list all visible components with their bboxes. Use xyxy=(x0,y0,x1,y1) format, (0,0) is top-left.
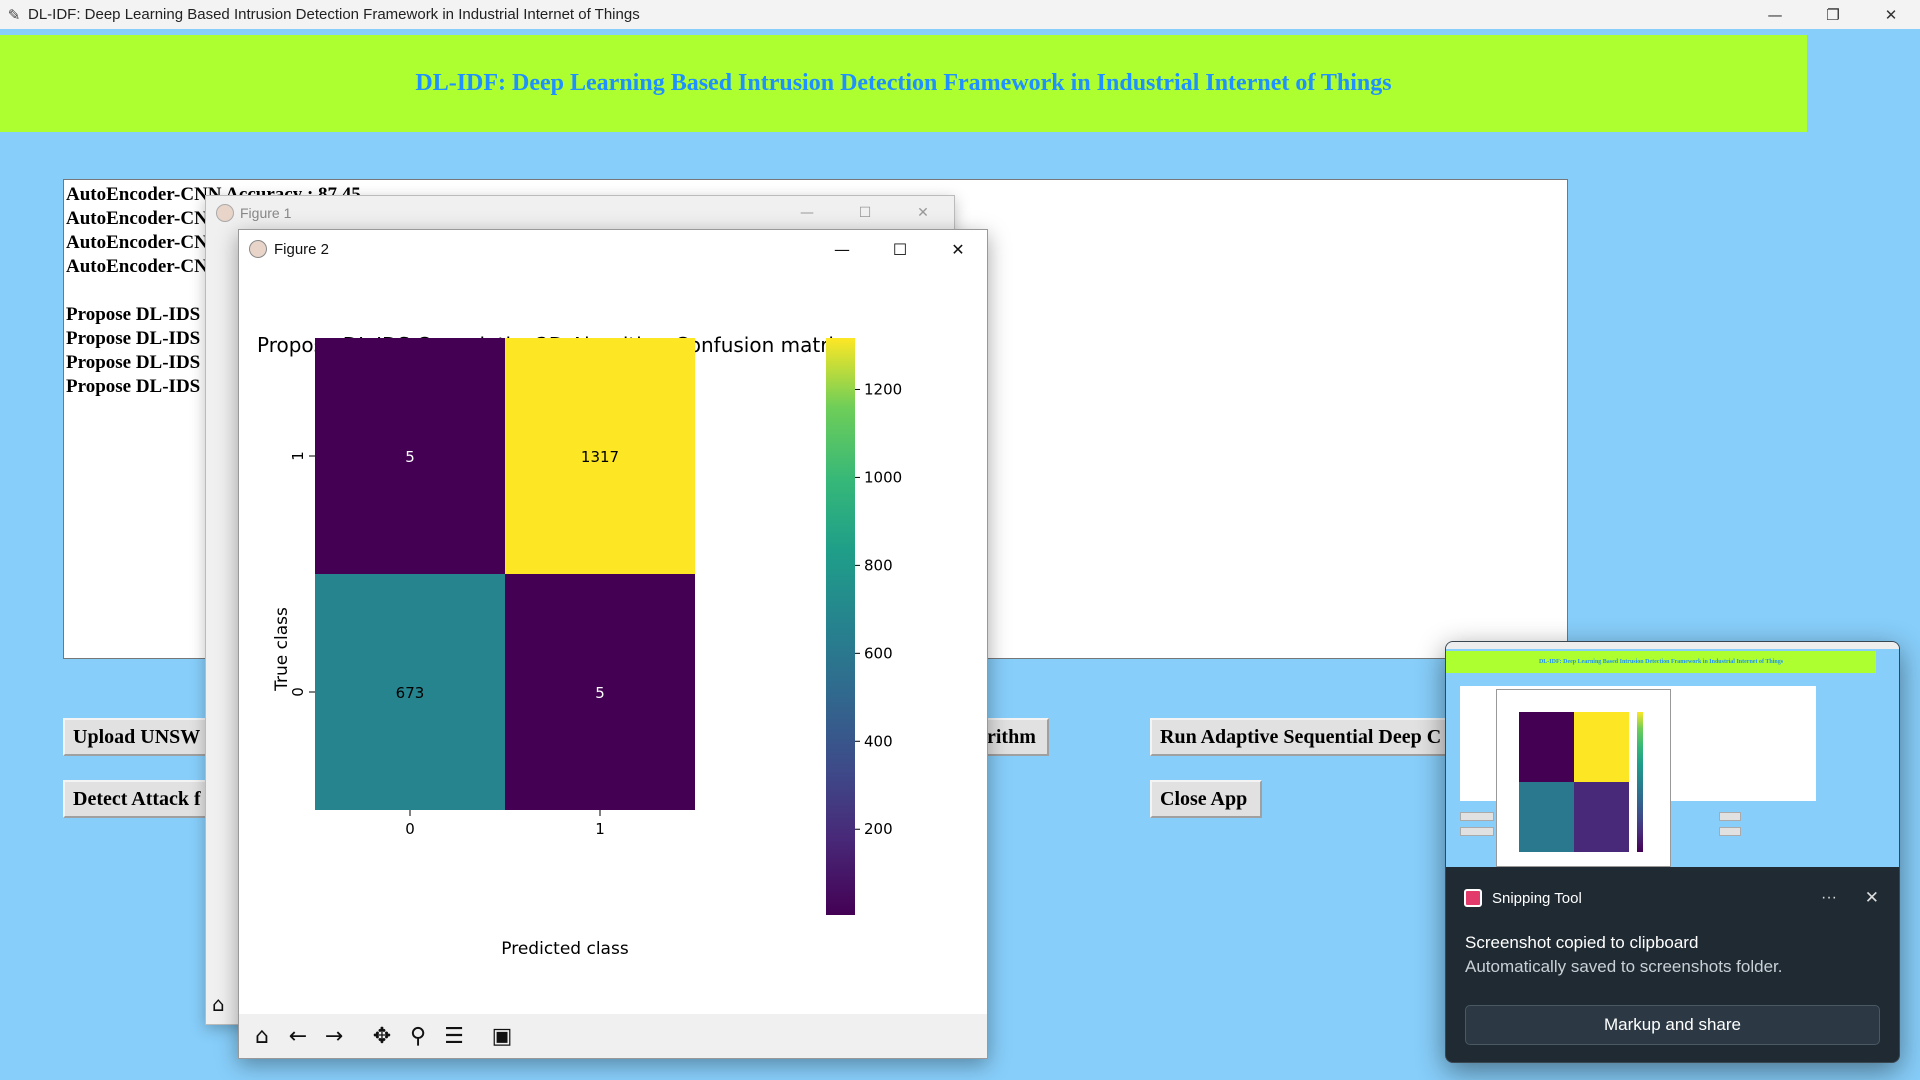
matplotlib-toolbar: ⌂ ← → ✥ ⚲ ☰ ▣ xyxy=(239,1014,987,1058)
figure-2-maximize-button[interactable]: ☐ xyxy=(871,230,929,268)
close-app-button[interactable]: Close App xyxy=(1150,780,1262,818)
thumbnail-button xyxy=(1460,827,1494,836)
matplotlib-icon xyxy=(249,240,267,258)
colorbar-tick-label: 1200 xyxy=(864,380,902,398)
home-icon[interactable]: ⌂ xyxy=(244,1018,280,1054)
home-icon[interactable]: ⌂ xyxy=(212,992,225,1016)
thumbnail-button xyxy=(1460,812,1494,821)
figure-1-maximize-button[interactable]: ☐ xyxy=(836,196,894,230)
x-axis-ticks: 01 xyxy=(405,810,605,838)
x-tick-label: 0 xyxy=(405,820,415,838)
thumbnail-figure xyxy=(1496,689,1671,867)
colorbar-tick-label: 600 xyxy=(864,644,893,662)
snipping-tool-icon xyxy=(1464,889,1482,907)
app-feather-icon: ✎ xyxy=(7,5,21,24)
thumbnail-banner: DL-IDF: Deep Learning Based Intrusion De… xyxy=(1446,651,1876,673)
y-axis-ticks: 10 xyxy=(289,451,315,697)
cell-value-label: 5 xyxy=(595,684,605,702)
back-arrow-icon[interactable]: ← xyxy=(280,1018,316,1054)
toast-close-button[interactable]: ✕ xyxy=(1865,888,1879,908)
thumbnail-banner-text: DL-IDF: Deep Learning Based Intrusion De… xyxy=(1538,659,1784,665)
detect-attack-button[interactable]: Detect Attack f xyxy=(63,780,213,818)
page-title: DL-IDF: Deep Learning Based Intrusion De… xyxy=(415,70,1392,96)
minimize-button[interactable]: — xyxy=(1746,0,1804,29)
colorbar xyxy=(826,338,855,915)
x-tick-label: 1 xyxy=(595,820,605,838)
forward-arrow-icon[interactable]: → xyxy=(316,1018,352,1054)
figure-2-title: Figure 2 xyxy=(274,240,330,258)
toast-app-name: Snipping Tool xyxy=(1492,889,1582,907)
thumbnail-heatmap xyxy=(1519,712,1643,852)
close-button[interactable]: ✕ xyxy=(1862,0,1920,29)
more-options-button[interactable]: ··· xyxy=(1821,889,1837,907)
thumbnail-button xyxy=(1719,812,1741,821)
colorbar-tick-label: 800 xyxy=(864,556,893,574)
thumbnail-button xyxy=(1719,827,1741,836)
toast-subtext: Automatically saved to screenshots folde… xyxy=(1465,957,1783,976)
heatmap-cells: 5 1317 673 5 xyxy=(315,338,695,810)
app-header-banner: DL-IDF: Deep Learning Based Intrusion De… xyxy=(0,35,1807,132)
cell-value-label: 1317 xyxy=(581,448,619,466)
main-window-titlebar[interactable]: ✎ DL-IDF: Deep Learning Based Intrusion … xyxy=(0,0,1920,29)
figure-2-close-button[interactable]: ✕ xyxy=(929,230,987,268)
confusion-matrix-plot: Propose DL-IDS Convolution2D Algorithm C… xyxy=(257,333,902,959)
x-axis-label: Predicted class xyxy=(501,939,629,959)
figure-2-minimize-button[interactable]: — xyxy=(813,230,871,268)
snipping-tool-notification[interactable]: DL-IDF: Deep Learning Based Intrusion De… xyxy=(1445,641,1900,1063)
toast-message: Screenshot copied to clipboard xyxy=(1465,933,1699,952)
run-algorithm-button[interactable]: rithm xyxy=(985,718,1049,756)
screenshot-thumbnail[interactable]: DL-IDF: Deep Learning Based Intrusion De… xyxy=(1446,642,1899,867)
pan-move-icon[interactable]: ✥ xyxy=(364,1018,400,1054)
figure-1-minimize-button[interactable]: — xyxy=(778,196,836,230)
y-axis-label: True class xyxy=(272,607,292,692)
figure-2-window[interactable]: Figure 2 — ☐ ✕ Propose DL-IDS Convolutio… xyxy=(238,229,988,1059)
thumbnail-titlebar xyxy=(1446,642,1899,649)
run-adaptive-sequential-button[interactable]: Run Adaptive Sequential Deep C xyxy=(1150,718,1450,756)
cell-value-label: 5 xyxy=(405,448,415,466)
matplotlib-icon xyxy=(216,204,234,222)
figure-1-close-button[interactable]: ✕ xyxy=(894,196,952,230)
colorbar-tick-label: 400 xyxy=(864,732,893,750)
y-tick-label: 1 xyxy=(289,451,307,461)
window-controls: — ❐ ✕ xyxy=(1746,0,1920,29)
markup-and-share-button[interactable]: Markup and share xyxy=(1465,1005,1880,1045)
colorbar-ticks: 200 400 600 800 1000 1200 xyxy=(855,380,902,838)
save-figure-icon[interactable]: ▣ xyxy=(484,1018,520,1054)
colorbar-tick-label: 1000 xyxy=(864,468,902,486)
cell-value-label: 673 xyxy=(396,684,425,702)
configure-subplots-icon[interactable]: ☰ xyxy=(436,1018,472,1054)
restore-button[interactable]: ❐ xyxy=(1804,0,1862,29)
toast-header: Snipping Tool ··· ✕ xyxy=(1464,883,1885,913)
colorbar-tick-label: 200 xyxy=(864,820,893,838)
upload-dataset-button[interactable]: Upload UNSW xyxy=(63,718,213,756)
zoom-magnifier-icon[interactable]: ⚲ xyxy=(400,1018,436,1054)
window-title: DL-IDF: Deep Learning Based Intrusion De… xyxy=(28,6,640,23)
figure-1-title: Figure 1 xyxy=(240,205,292,221)
